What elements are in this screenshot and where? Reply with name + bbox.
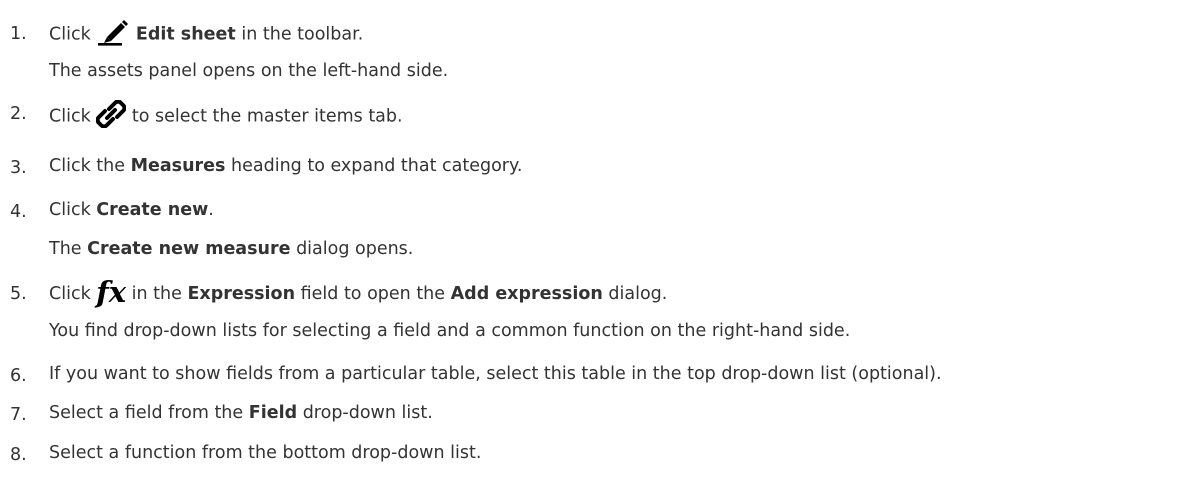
step-8-text: Select a function from the bottom drop-d… [49, 443, 482, 463]
pencil-icon [96, 20, 130, 49]
step-2-text: Click to select the master items tab. [49, 99, 403, 133]
step-number: 1. [10, 24, 27, 44]
step-7-text: Select a field from the Field drop-down … [49, 403, 433, 423]
step-number: 8. [10, 445, 27, 465]
step-1-text: Click Edit sheet in the toolbar. [49, 20, 363, 49]
step-5-text: Click fx in the Expression field to open… [49, 275, 668, 309]
step-number: 2. [10, 104, 27, 124]
step-4-text: Click Create new. [49, 200, 214, 220]
step-number: 3. [10, 158, 27, 178]
step-4-note: The Create new measure dialog opens. [49, 239, 414, 259]
step-number: 7. [10, 405, 27, 425]
step-number: 4. [10, 202, 27, 222]
step-6-text: If you want to show fields from a partic… [49, 364, 942, 384]
fx-icon: fx [96, 275, 127, 309]
step-1-note: The assets panel opens on the left-hand … [49, 61, 449, 81]
step-5-note: You find drop-down lists for selecting a… [49, 321, 851, 341]
step-3-text: Click the Measures heading to expand tha… [49, 156, 523, 176]
instruction-list: 1. Click Edit sheet in the toolbar. The … [0, 0, 1178, 480]
step-number: 5. [10, 284, 27, 304]
step-number: 6. [10, 366, 27, 386]
link-icon [95, 99, 127, 133]
